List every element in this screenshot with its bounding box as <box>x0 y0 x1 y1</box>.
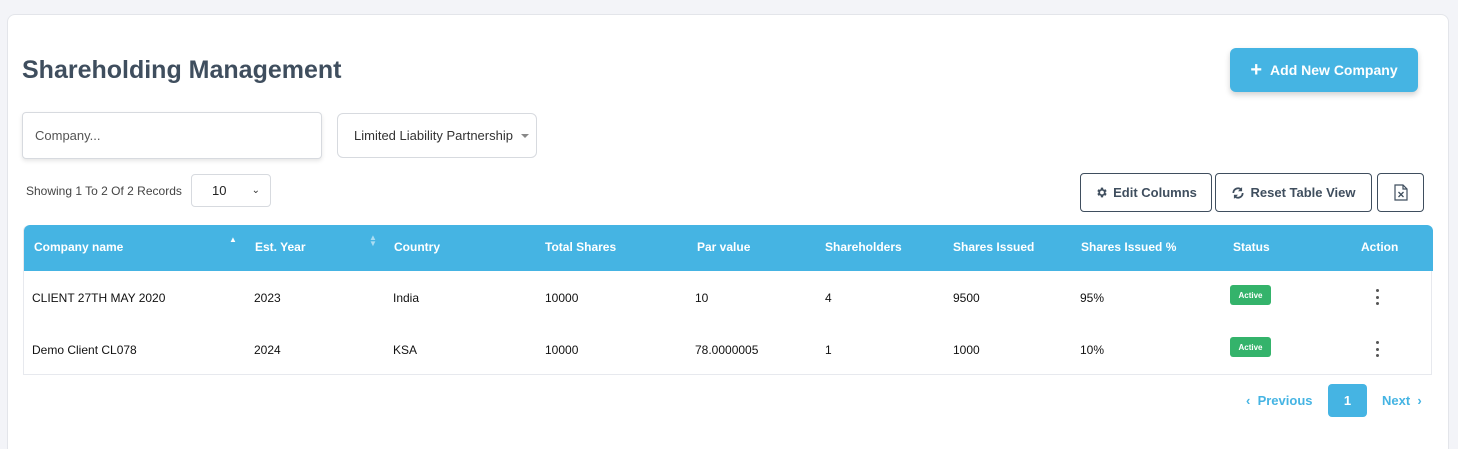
cell-shareholders: 4 <box>825 291 832 305</box>
add-new-company-button[interactable]: + Add New Company <box>1230 48 1418 92</box>
column-header-shares-issued-pct: Shares Issued % <box>1081 240 1177 254</box>
pagination-page-current[interactable]: 1 <box>1328 384 1367 417</box>
column-header-shareholders: Shareholders <box>825 240 902 254</box>
export-excel-button[interactable] <box>1377 173 1424 212</box>
cell-est-year: 2024 <box>254 343 281 357</box>
pagination-next-label: Next <box>1382 393 1411 408</box>
shareholding-table: Company name ▲ Est. Year ▲ ▼ Country Tota… <box>23 225 1433 375</box>
cell-shares-issued: 1000 <box>953 343 980 357</box>
records-info: Showing 1 To 2 Of 2 Records <box>26 184 182 198</box>
status-badge: Active <box>1230 337 1271 357</box>
reset-table-view-button[interactable]: Reset Table View <box>1215 173 1372 212</box>
column-header-action: Action <box>1361 240 1399 254</box>
page-title: Shareholding Management <box>22 56 342 84</box>
status-badge: Active <box>1230 285 1271 305</box>
cell-country: India <box>393 291 420 305</box>
more-actions-icon[interactable] <box>1375 289 1379 305</box>
more-actions-icon[interactable] <box>1375 341 1379 357</box>
column-header-par-value: Par value <box>697 240 751 254</box>
cell-country: KSA <box>393 343 418 357</box>
sort-asc-icon[interactable]: ▲ <box>229 235 237 244</box>
page-size-select[interactable]: 10 ⌄ <box>191 174 271 207</box>
cell-par-value: 78.0000005 <box>695 343 759 357</box>
pagination-next-link[interactable]: Next › <box>1382 393 1422 408</box>
column-header-shares-issued: Shares Issued <box>953 240 1035 254</box>
caret-down-icon <box>520 133 529 138</box>
reset-table-view-label: Reset Table View <box>1250 185 1356 200</box>
edit-columns-button[interactable]: Edit Columns <box>1080 173 1212 212</box>
add-new-company-label: Add New Company <box>1270 62 1398 78</box>
plus-icon: + <box>1250 59 1263 81</box>
cell-company-name[interactable]: Demo Client CL078 <box>32 343 137 357</box>
chevron-down-icon: ⌄ <box>251 185 260 196</box>
cell-shareholders: 1 <box>825 343 832 357</box>
excel-export-icon <box>1393 184 1408 201</box>
edit-columns-label: Edit Columns <box>1113 185 1197 200</box>
company-search-input[interactable] <box>22 112 322 159</box>
chevron-right-icon: › <box>1417 393 1422 408</box>
column-header-total-shares: Total Shares <box>545 240 617 254</box>
gear-icon <box>1097 187 1107 198</box>
table-row: CLIENT 27TH MAY 2020 2023 India 10000 10… <box>24 271 1433 323</box>
page-size-value: 10 <box>212 183 227 198</box>
cell-shares-issued-pct: 10% <box>1080 343 1105 357</box>
column-header-status: Status <box>1233 240 1270 254</box>
refresh-icon <box>1232 186 1245 199</box>
cell-par-value: 10 <box>695 291 709 305</box>
chevron-left-icon: ‹ <box>1246 393 1251 408</box>
column-header-est-year[interactable]: Est. Year <box>255 240 305 254</box>
cell-est-year: 2023 <box>254 291 281 305</box>
company-type-value: Limited Liability Partnership <box>354 128 513 143</box>
cell-shares-issued-pct: 95% <box>1080 291 1105 305</box>
cell-total-shares: 10000 <box>545 291 579 305</box>
pagination-previous-label: Previous <box>1257 393 1313 408</box>
cell-company-name[interactable]: CLIENT 27TH MAY 2020 <box>32 291 165 305</box>
column-header-company-name[interactable]: Company name <box>34 240 123 254</box>
table-row: Demo Client CL078 2024 KSA 10000 78.0000… <box>24 323 1433 375</box>
pagination-previous-link[interactable]: ‹ Previous <box>1246 393 1313 408</box>
cell-shares-issued: 9500 <box>953 291 980 305</box>
sort-both-icon[interactable]: ▲ ▼ <box>369 234 377 248</box>
company-type-select[interactable]: Limited Liability Partnership <box>337 113 537 158</box>
column-header-country: Country <box>394 240 440 254</box>
cell-total-shares: 10000 <box>545 343 579 357</box>
table-header: Company name ▲ Est. Year ▲ ▼ Country Tota… <box>24 225 1433 271</box>
